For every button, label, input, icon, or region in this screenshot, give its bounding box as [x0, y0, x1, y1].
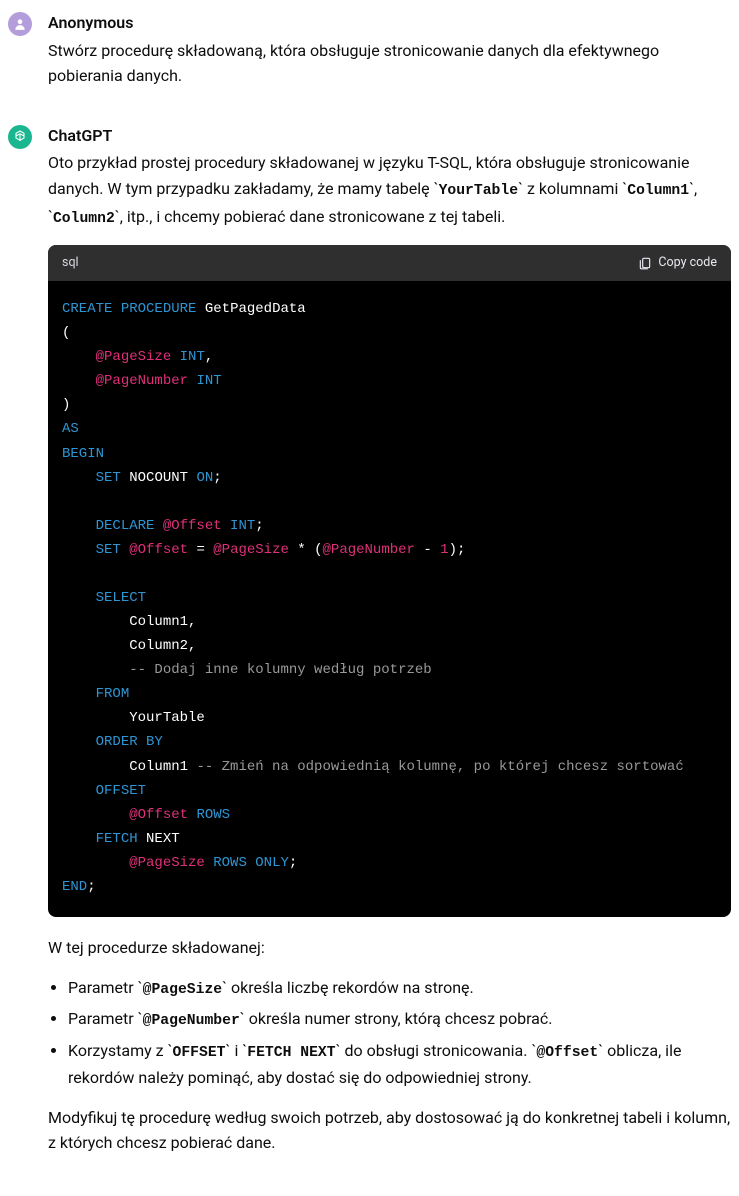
intro-text: z kolumnami	[523, 179, 622, 198]
user-avatar	[8, 12, 32, 36]
user-content: Anonymous Stwórz procedurę składowaną, k…	[48, 10, 731, 103]
user-message: Anonymous Stwórz procedurę składowaną, k…	[0, 8, 739, 121]
bullet-list: Parametr `@PageSize` określa liczbę reko…	[48, 975, 731, 1091]
code-header: sql Copy code	[48, 245, 731, 281]
bullet-item: Korzystamy z `OFFSET` i `FETCH NEXT` do …	[68, 1038, 731, 1091]
inline-code: @PageNumber	[143, 1013, 240, 1029]
inline-code-col2: Column2	[53, 211, 115, 227]
inline-code: OFFSET	[173, 1045, 226, 1061]
intro-text: , itp., i chcemy pobierać dane stronicow…	[120, 207, 506, 226]
user-prompt: Stwórz procedurę składowaną, która obsłu…	[48, 38, 731, 89]
user-author: Anonymous	[48, 10, 731, 36]
inline-code-col1: Column1	[627, 183, 689, 199]
bullet-item: Parametr `@PageNumber` określa numer str…	[68, 1006, 731, 1034]
copy-label: Copy code	[658, 253, 717, 273]
inline-code: @PageSize	[143, 982, 223, 998]
person-icon	[13, 17, 27, 31]
inline-code: @Offset	[536, 1045, 598, 1061]
clipboard-icon	[638, 256, 652, 270]
after-code-text: W tej procedurze składowanej:	[48, 935, 731, 961]
inline-code-table: YourTable	[439, 183, 519, 199]
assistant-content: ChatGPT Oto przykład prostej procedury s…	[48, 123, 731, 1170]
code-lang-label: sql	[62, 253, 79, 273]
assistant-avatar	[8, 125, 32, 149]
assistant-author: ChatGPT	[48, 123, 731, 149]
openai-icon	[12, 129, 28, 145]
bullet-item: Parametr `@PageSize` określa liczbę reko…	[68, 975, 731, 1003]
code-block: sql Copy code CREATE PROCEDURE GetPagedD…	[48, 245, 731, 917]
copy-code-button[interactable]: Copy code	[638, 253, 717, 273]
intro-text: ,	[694, 179, 697, 198]
assistant-intro: Oto przykład prostej procedury składowan…	[48, 150, 731, 231]
closing-text: Modyfikuj tę procedurę według swoich pot…	[48, 1105, 731, 1156]
assistant-message: ChatGPT Oto przykład prostej procedury s…	[0, 121, 739, 1188]
code-content[interactable]: CREATE PROCEDURE GetPagedData ( @PageSiz…	[48, 281, 731, 917]
inline-code: FETCH NEXT	[247, 1045, 335, 1061]
